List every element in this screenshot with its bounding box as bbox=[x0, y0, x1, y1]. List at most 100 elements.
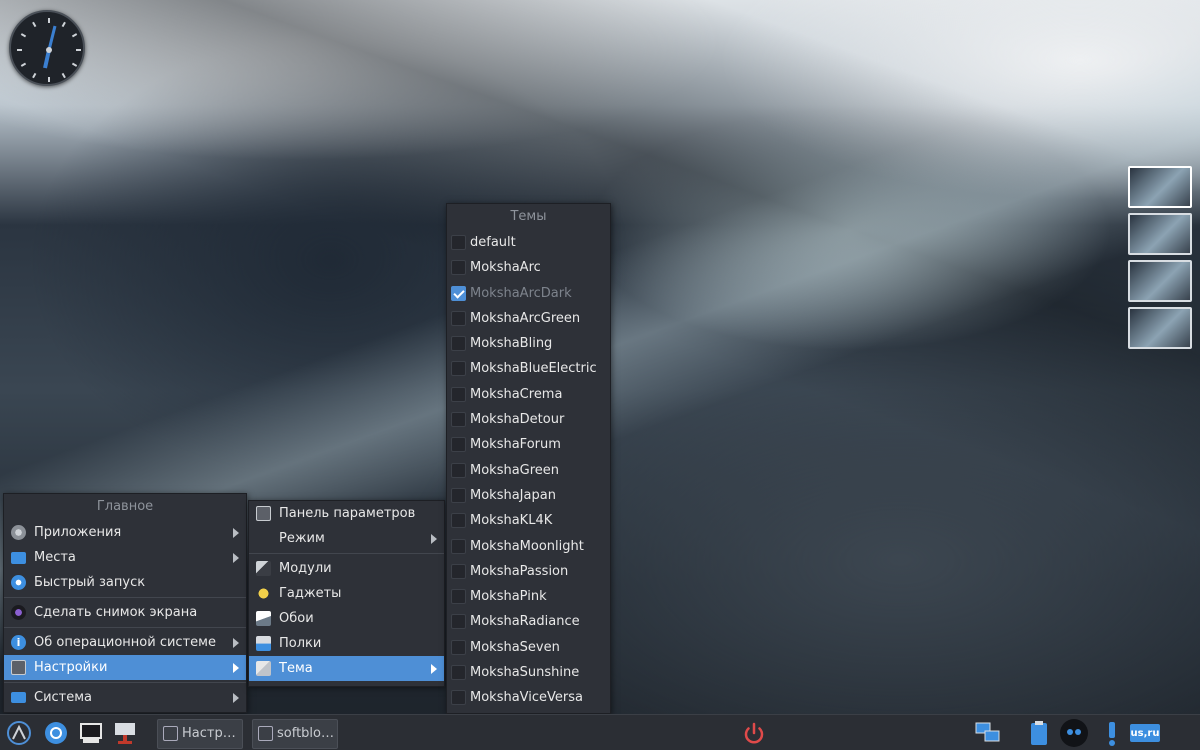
themes-menu-title: Темы bbox=[510, 209, 547, 224]
theme-checkbox[interactable] bbox=[451, 361, 466, 377]
clock-gadget[interactable] bbox=[9, 10, 85, 86]
menu-item-theme[interactable]: Тема bbox=[249, 656, 444, 681]
theme-checkbox[interactable] bbox=[451, 513, 466, 529]
theme-label: MokshaForum bbox=[470, 437, 561, 453]
installer-icon[interactable] bbox=[111, 719, 139, 747]
menu-item-places[interactable]: Места bbox=[4, 545, 246, 570]
theme-checkbox[interactable] bbox=[451, 386, 466, 402]
menu-item-screenshot[interactable]: Сделать снимок экрана bbox=[4, 600, 246, 625]
task-button-terminal[interactable]: softblo… bbox=[252, 719, 338, 749]
gadgets-icon bbox=[256, 586, 271, 601]
theme-item[interactable]: MokshaKL4K bbox=[447, 508, 610, 533]
theme-item[interactable]: MokshaPassion bbox=[447, 559, 610, 584]
chevron-right-icon bbox=[233, 663, 239, 673]
theme-item[interactable]: default bbox=[447, 230, 610, 255]
keyboard-layout-indicator[interactable]: us,ru bbox=[1130, 724, 1160, 742]
menu-separator bbox=[4, 682, 246, 683]
theme-label: MokshaCrema bbox=[470, 386, 563, 402]
theme-checkbox[interactable] bbox=[451, 260, 466, 276]
network-icon[interactable] bbox=[974, 719, 1002, 747]
menu-item-about-os[interactable]: i Об операционной системе bbox=[4, 630, 246, 655]
terminal-icon[interactable] bbox=[77, 719, 105, 747]
pager-desktop-2[interactable] bbox=[1128, 213, 1192, 255]
menu-item-label: Модули bbox=[279, 561, 332, 576]
theme-item[interactable]: MokshaMoonlight bbox=[447, 534, 610, 559]
info-icon: i bbox=[11, 635, 26, 650]
theme-item[interactable]: MokshaArc bbox=[447, 255, 610, 280]
theme-item[interactable]: MokshaPink bbox=[447, 584, 610, 609]
theme-item[interactable]: MokshaDetour bbox=[447, 407, 610, 432]
menu-item-applications[interactable]: Приложения bbox=[4, 520, 246, 545]
monitor-icon bbox=[11, 692, 26, 703]
theme-checkbox[interactable] bbox=[451, 437, 466, 453]
media-icon[interactable] bbox=[1059, 718, 1089, 748]
terminal-icon bbox=[258, 726, 273, 741]
modules-icon bbox=[256, 561, 271, 576]
theme-label: MokshaViceVersa bbox=[470, 690, 584, 706]
pager-desktop-3[interactable] bbox=[1128, 260, 1192, 302]
theme-label: MokshaArc bbox=[470, 260, 541, 276]
menu-item-gadgets[interactable]: Гаджеты bbox=[249, 581, 444, 606]
theme-list: default MokshaArc MokshaArcDark MokshaArcGr… bbox=[447, 230, 610, 711]
chevron-right-icon bbox=[233, 553, 239, 563]
theme-label: MokshaArcDark bbox=[470, 285, 572, 301]
notification-icon[interactable] bbox=[1098, 719, 1126, 747]
theme-item[interactable]: MokshaSunshine bbox=[447, 660, 610, 685]
theme-checkbox[interactable] bbox=[451, 690, 466, 706]
menu-item-label: Режим bbox=[279, 531, 325, 546]
menu-item-shelves[interactable]: Полки bbox=[249, 631, 444, 656]
theme-item[interactable]: MokshaArcGreen bbox=[447, 306, 610, 331]
theme-item[interactable]: MokshaGreen bbox=[447, 458, 610, 483]
theme-checkbox[interactable] bbox=[451, 614, 466, 630]
theme-checkbox[interactable] bbox=[451, 487, 466, 503]
settings-icon bbox=[11, 660, 26, 675]
menu-item-label: Гаджеты bbox=[279, 586, 342, 601]
theme-checkbox[interactable] bbox=[451, 563, 466, 579]
theme-checkbox[interactable] bbox=[451, 336, 466, 352]
clipboard-icon[interactable] bbox=[1025, 719, 1053, 747]
menu-item-settings[interactable]: Настройки bbox=[4, 655, 246, 680]
power-button[interactable] bbox=[739, 719, 769, 749]
menu-item-label: Места bbox=[34, 550, 76, 565]
shelves-icon bbox=[256, 636, 271, 651]
menu-separator bbox=[4, 627, 246, 628]
theme-item[interactable]: MokshaViceVersa bbox=[447, 685, 610, 710]
chevron-right-icon bbox=[233, 693, 239, 703]
theme-item[interactable]: MokshaBlueElectric bbox=[447, 356, 610, 381]
theme-checkbox[interactable] bbox=[451, 639, 466, 655]
theme-checkbox[interactable] bbox=[451, 462, 466, 478]
browser-icon[interactable] bbox=[42, 719, 70, 747]
theme-item[interactable]: MokshaRadiance bbox=[447, 609, 610, 634]
theme-checkbox[interactable] bbox=[451, 412, 466, 428]
theme-item[interactable]: MokshaSeven bbox=[447, 635, 610, 660]
theme-item[interactable]: MokshaArcDark bbox=[447, 281, 610, 306]
theme-item[interactable]: MokshaCrema bbox=[447, 382, 610, 407]
theme-checkbox[interactable] bbox=[451, 665, 466, 681]
theme-checkbox[interactable] bbox=[451, 538, 466, 554]
menu-item-settings-panel[interactable]: Панель параметров bbox=[249, 501, 444, 526]
menu-item-label: Сделать снимок экрана bbox=[34, 605, 198, 620]
menu-item-mode[interactable]: Режим bbox=[249, 526, 444, 551]
menu-item-wallpaper[interactable]: Обои bbox=[249, 606, 444, 631]
theme-checkbox[interactable] bbox=[451, 589, 466, 605]
theme-checkbox[interactable] bbox=[451, 310, 466, 326]
task-label: Настр… bbox=[182, 726, 236, 741]
theme-checkbox[interactable] bbox=[451, 235, 466, 250]
theme-item[interactable]: MokshaJapan bbox=[447, 483, 610, 508]
theme-checkbox[interactable] bbox=[451, 285, 466, 301]
theme-item[interactable]: MokshaForum bbox=[447, 432, 610, 457]
theme-label: MokshaGreen bbox=[470, 462, 560, 478]
theme-item[interactable]: MokshaBling bbox=[447, 331, 610, 356]
gear-icon bbox=[11, 575, 26, 590]
desktop-pager[interactable] bbox=[1128, 166, 1192, 354]
menu-item-modules[interactable]: Модули bbox=[249, 556, 444, 581]
power-icon bbox=[744, 722, 764, 744]
menu-item-system[interactable]: Система bbox=[4, 685, 246, 710]
pager-desktop-4[interactable] bbox=[1128, 307, 1192, 349]
theme-label: MokshaMoonlight bbox=[470, 538, 584, 554]
pager-desktop-1[interactable] bbox=[1128, 166, 1192, 208]
menu-icon[interactable] bbox=[5, 719, 33, 747]
menu-item-quick-launch[interactable]: Быстрый запуск bbox=[4, 570, 246, 595]
task-button-settings[interactable]: Настр… bbox=[157, 719, 243, 749]
settings-icon bbox=[163, 726, 178, 741]
